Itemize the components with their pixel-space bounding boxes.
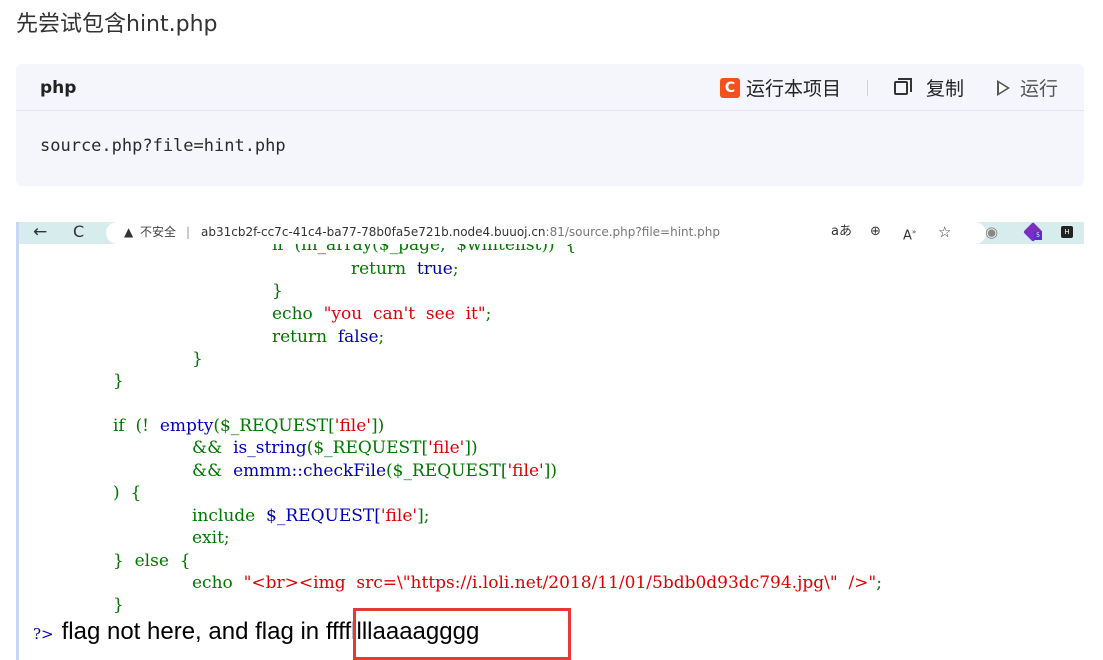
csdn-c-logo-icon: C [719, 77, 740, 98]
code-line: } else { [113, 551, 191, 571]
code-line: && emmm::checkFile($_REQUEST['file']) [192, 461, 557, 481]
toolbar-divider [866, 79, 868, 96]
read-aloud-icon[interactable]: aあ [831, 222, 852, 242]
run-label: 运行 [1019, 78, 1058, 100]
star-icon[interactable]: ☆ [938, 222, 951, 242]
text-size-icon[interactable]: A» [903, 222, 916, 246]
security-status[interactable]: 不安全 [140, 222, 176, 242]
url-host: ab31cb2f-cc7c-41c4-ba77-78b0fa5e721b.nod… [201, 225, 546, 239]
output-text: flag not here, and flag in [61, 618, 326, 645]
url-divider: | [186, 225, 191, 239]
run-project-label: 运行本项目 [745, 78, 841, 100]
url-path: :81/source.php?file=hint.php [545, 225, 720, 239]
back-arrow-icon[interactable]: ← [33, 222, 47, 242]
code-block-header: php C 运行本项目 复制 运行 [16, 64, 1084, 111]
warning-triangle-icon: ▲ [124, 225, 134, 239]
code-toolbar: C 运行本项目 复制 运行 [719, 74, 1058, 101]
zoom-icon[interactable]: ⊕ [870, 222, 881, 242]
code-line: if (! empty($_REQUEST['file']) [113, 416, 385, 436]
code-line: && is_string($_REQUEST['file']) [192, 438, 478, 458]
reload-icon[interactable]: C [73, 222, 84, 242]
code-line: exit; [192, 528, 230, 548]
address-bar[interactable]: ▲ 不安全 | ab31cb2f-cc7c-41c4-ba77-78b0fa5e… [106, 222, 986, 244]
browser-toolbar: ← C ▲ 不安全 | ab31cb2f-cc7c-41c4-ba77-78b0… [19, 222, 1084, 244]
page-heading: 先尝试包含hint.php [16, 12, 218, 37]
play-icon [996, 79, 1010, 96]
code-line: return true; [351, 259, 459, 279]
code-line: if (in_array($_page, $whitelist)) { [272, 244, 577, 255]
extension-badge: 5 [1034, 232, 1042, 240]
highlight-box [353, 608, 571, 660]
url-text[interactable]: ab31cb2f-cc7c-41c4-ba77-78b0fa5e721b.nod… [201, 222, 720, 242]
code-line: include $_REQUEST['file']; [192, 506, 430, 526]
php-close-tag: ?> [33, 625, 54, 643]
run-project-button[interactable]: C 运行本项目 [719, 74, 841, 101]
code-line: echo "you can't see it"; [272, 304, 492, 324]
code-line: } [272, 281, 283, 301]
code-block: php C 运行本项目 复制 运行 source.php?file=hint.p… [16, 64, 1084, 186]
copy-icon [893, 77, 912, 95]
code-content: source.php?file=hint.php [40, 136, 286, 156]
code-language-label: php [40, 78, 77, 98]
code-line: echo "<br><img src=\"https://i.loli.net/… [192, 573, 882, 593]
code-line: } [113, 371, 124, 391]
embedded-screenshot: ← C ▲ 不安全 | ab31cb2f-cc7c-41c4-ba77-78b0… [16, 222, 1084, 660]
php-source-view: if (in_array($_page, $whitelist)) { retu… [19, 244, 1084, 660]
circle-icon[interactable]: ◉ [985, 222, 998, 242]
copy-label: 复制 [925, 78, 964, 100]
code-line: } [113, 595, 124, 615]
extension-dark-icon[interactable]: H [1061, 226, 1073, 238]
run-button[interactable]: 运行 [996, 74, 1058, 101]
code-line: ) { [113, 483, 142, 503]
code-line: } [192, 349, 203, 369]
code-line: return false; [272, 327, 385, 347]
copy-button[interactable]: 复制 [893, 74, 964, 101]
